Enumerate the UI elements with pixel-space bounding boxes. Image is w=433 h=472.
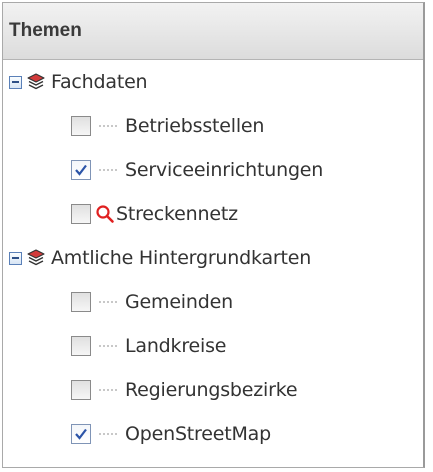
tree-item-betriebsstellen[interactable]: Betriebsstellen	[3, 104, 264, 148]
collapse-toggle-icon[interactable]	[9, 251, 22, 265]
tree-item-regierungsbezirke[interactable]: Regierungsbezirke	[3, 368, 298, 412]
tree-connector	[99, 433, 117, 435]
layer-label[interactable]: Landkreise	[125, 335, 226, 357]
collapse-toggle-icon[interactable]	[9, 75, 22, 89]
layer-label[interactable]: Gemeinden	[125, 291, 233, 313]
tree-group-amtliche-hintergrundkarten[interactable]: Amtliche Hintergrundkarten	[3, 236, 311, 280]
layer-label[interactable]: Streckennetz	[116, 203, 238, 225]
layer-checkbox[interactable]	[71, 336, 91, 356]
tree-connector	[99, 169, 117, 171]
tree-item-openstreetmap[interactable]: OpenStreetMap	[3, 412, 271, 456]
themes-panel: Themen Fachdaten Betriebsstellen Service…	[2, 2, 425, 468]
tree-item-streckennetz[interactable]: Streckennetz	[3, 192, 238, 236]
tree-item-serviceeinrichtungen[interactable]: Serviceeinrichtungen	[3, 148, 323, 192]
tree-item-gemeinden[interactable]: Gemeinden	[3, 280, 233, 324]
tree-connector	[99, 125, 117, 127]
panel-header: Themen	[3, 3, 423, 60]
layer-label[interactable]: Regierungsbezirke	[125, 379, 298, 401]
layer-checkbox[interactable]	[71, 116, 91, 136]
layers-icon	[27, 249, 45, 266]
search-icon[interactable]	[95, 204, 115, 224]
layer-label[interactable]: Betriebsstellen	[125, 115, 264, 137]
layer-checkbox[interactable]	[71, 424, 91, 444]
layers-icon	[27, 73, 45, 90]
tree-connector	[99, 389, 117, 391]
layer-checkbox[interactable]	[71, 292, 91, 312]
tree-connector	[99, 301, 117, 303]
layer-label[interactable]: Serviceeinrichtungen	[125, 159, 323, 181]
group-label[interactable]: Fachdaten	[51, 71, 148, 93]
layer-checkbox[interactable]	[71, 380, 91, 400]
panel-title: Themen	[9, 20, 82, 41]
group-label[interactable]: Amtliche Hintergrundkarten	[51, 247, 311, 269]
tree-item-landkreise[interactable]: Landkreise	[3, 324, 226, 368]
layer-checkbox[interactable]	[71, 160, 91, 180]
layer-label[interactable]: OpenStreetMap	[125, 423, 271, 445]
layer-checkbox[interactable]	[71, 204, 91, 224]
tree-group-fachdaten[interactable]: Fachdaten	[3, 60, 148, 104]
tree-connector	[99, 345, 117, 347]
